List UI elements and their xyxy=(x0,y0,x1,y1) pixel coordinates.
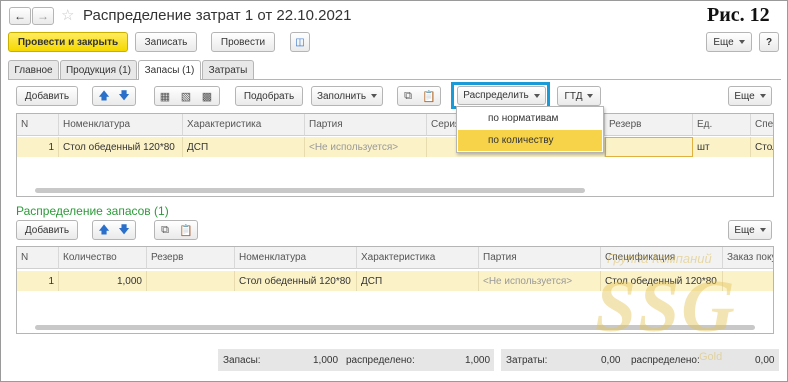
forward-button[interactable]: → xyxy=(32,7,54,25)
pick-button[interactable]: Подобрать xyxy=(235,86,303,106)
column-header[interactable]: N xyxy=(17,114,59,136)
page-title: Распределение затрат 1 от 22.10.2021 xyxy=(83,7,352,24)
stock-distributed-label: распределено: xyxy=(346,355,415,366)
table-cell[interactable] xyxy=(605,137,693,157)
column-header[interactable]: Количество xyxy=(59,247,147,269)
move-down-icon[interactable]: 🡇 xyxy=(115,221,133,239)
save-button[interactable]: Записать xyxy=(135,32,197,52)
column-header[interactable]: Характеристика xyxy=(183,114,305,136)
paste-icon[interactable]: 📋 xyxy=(177,221,195,239)
tab-main[interactable]: Главное xyxy=(8,60,59,79)
gtd-button[interactable]: ГТД xyxy=(557,86,601,106)
table-cell[interactable]: <Не используется> xyxy=(305,137,427,157)
table-cell[interactable]: Стол обеденный 120*80 xyxy=(235,271,357,291)
stock-total-value: 1,000 xyxy=(313,355,339,366)
more-button[interactable]: Еще xyxy=(706,32,752,52)
copy-icon[interactable]: ⧉ xyxy=(399,87,417,105)
document-window: ← → ☆ Распределение затрат 1 от 22.10.20… xyxy=(0,0,788,382)
table-cell[interactable]: Стол обеденный 120*80 xyxy=(59,137,183,157)
table-cell[interactable]: шт xyxy=(693,137,751,157)
tab-stock[interactable]: Запасы (1) xyxy=(138,60,201,80)
column-header[interactable]: Спец xyxy=(751,114,773,136)
distribution-heading: Распределение запасов (1) xyxy=(16,204,169,218)
column-header[interactable]: Партия xyxy=(305,114,427,136)
post-button[interactable]: Провести xyxy=(211,32,275,52)
add-button[interactable]: Добавить xyxy=(16,86,78,106)
fill-button[interactable]: Заполнить xyxy=(311,86,383,106)
barcode-icon[interactable]: ▦ xyxy=(156,87,174,105)
horizontal-scrollbar[interactable] xyxy=(35,188,585,193)
table-cell[interactable]: <Не используется> xyxy=(479,271,601,291)
move-up-icon[interactable]: 🡅 xyxy=(95,87,113,105)
stock-total-label: Запасы: xyxy=(223,355,261,366)
move-down-icon[interactable]: 🡇 xyxy=(115,87,133,105)
distribution-more-button[interactable]: Еще xyxy=(728,220,772,240)
menu-item-by-norms[interactable]: по нормативам xyxy=(458,108,602,129)
structure-icon[interactable]: ◫ xyxy=(290,32,310,52)
figure-label: Рис. 12 xyxy=(707,4,770,26)
barcode-check-icon[interactable]: ▩ xyxy=(198,87,216,105)
column-header[interactable]: Номенклатура xyxy=(59,114,183,136)
distribute-button[interactable]: Распределить xyxy=(457,86,546,105)
table-cell[interactable]: ДСП xyxy=(183,137,305,157)
table-cell[interactable]: ДСП xyxy=(357,271,479,291)
table-cell[interactable]: 1 xyxy=(17,137,59,157)
tab-costs[interactable]: Затраты xyxy=(202,60,254,79)
column-header[interactable]: Характеристика xyxy=(357,247,479,269)
tab-products[interactable]: Продукция (1) xyxy=(60,60,137,79)
column-header[interactable]: Ед. xyxy=(693,114,751,136)
barcode-search-icon[interactable]: ▧ xyxy=(177,87,195,105)
help-button[interactable]: ? xyxy=(759,32,779,52)
column-header[interactable]: Резерв xyxy=(147,247,235,269)
favorite-star-icon[interactable]: ☆ xyxy=(61,6,74,24)
column-header[interactable]: Партия xyxy=(479,247,601,269)
watermark-logo: Группа Компаний SSG Gold xyxy=(595,251,737,363)
move-up-icon[interactable]: 🡅 xyxy=(95,221,113,239)
column-header[interactable]: Резерв xyxy=(605,114,693,136)
menu-item-by-quantity[interactable]: по количеству xyxy=(458,130,602,151)
table-cell[interactable] xyxy=(147,271,235,291)
column-header[interactable]: Номенклатура xyxy=(235,247,357,269)
costs-total-label: Затраты: xyxy=(506,355,548,366)
table-cell[interactable]: 1,000 xyxy=(59,271,147,291)
stock-table: N Номенклатура Характеристика Партия Сер… xyxy=(16,113,774,197)
stock-more-button[interactable]: Еще xyxy=(728,86,772,106)
back-button[interactable]: ← xyxy=(9,7,31,25)
table-cell[interactable]: Стол xyxy=(751,137,773,157)
distribute-menu: по нормативам по количеству xyxy=(456,106,604,153)
stock-distributed-value: 1,000 xyxy=(465,355,491,366)
table-cell[interactable]: 1 xyxy=(17,271,59,291)
tab-divider xyxy=(8,79,781,80)
copy-icon[interactable]: ⧉ xyxy=(156,221,174,239)
paste-icon[interactable]: 📋 xyxy=(420,87,438,105)
post-and-close-button[interactable]: Провести и закрыть xyxy=(8,32,128,52)
column-header[interactable]: N xyxy=(17,247,59,269)
distribution-add-button[interactable]: Добавить xyxy=(16,220,78,240)
